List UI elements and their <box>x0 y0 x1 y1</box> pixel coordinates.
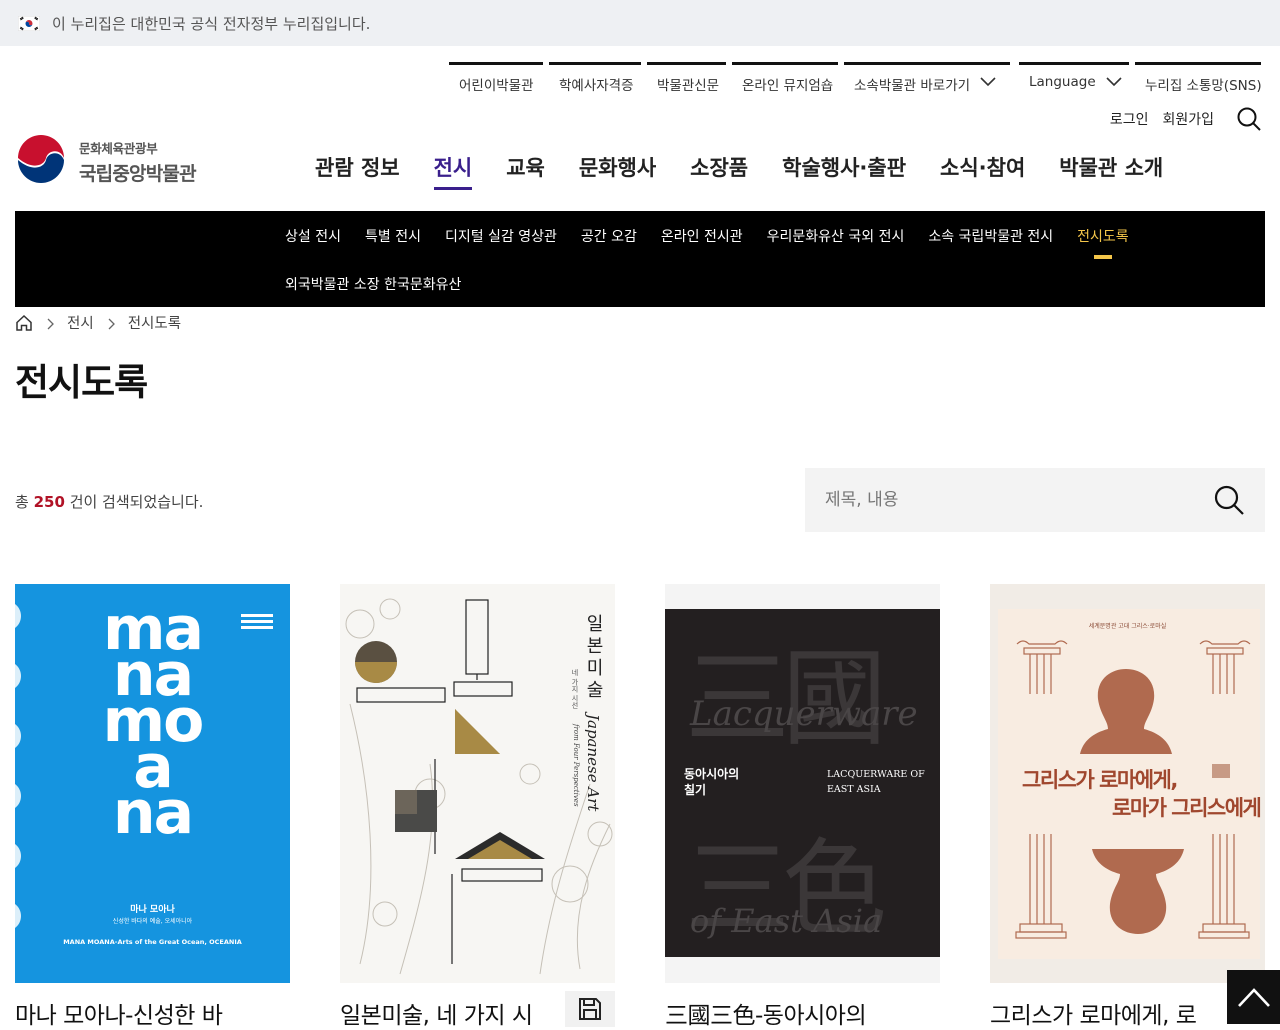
utility-nav-right: Language 누리집 소통망(SNS) <box>1019 62 1262 98</box>
gnb-education[interactable]: 교육 <box>489 152 562 182</box>
catalog-card[interactable]: 三國 Lacquerware 동아시아의 칠기 LACQUERWARE OF EAS… <box>665 584 940 1029</box>
subnav-special[interactable]: 특별 전시 <box>365 226 421 246</box>
logo-museum-name: 국립중앙박물관 <box>79 163 197 185</box>
util-curator-cert[interactable]: 학예사자격증 <box>549 62 641 98</box>
util-affiliated-museums[interactable]: 소속박물관 바로가기 <box>844 62 1010 98</box>
util-language[interactable]: Language <box>1019 62 1129 98</box>
cover-hanja-1: 三國 <box>685 638 887 760</box>
gnb-exhibition[interactable]: 전시 <box>417 152 490 190</box>
breadcrumb-exhibition[interactable]: 전시 <box>67 312 94 333</box>
chevron-down-icon <box>980 75 996 87</box>
catalog-title[interactable]: 일본미술, 네 가지 시 <box>340 996 533 1030</box>
cover-headline-1: 그리스가 로마에게, <box>1022 768 1178 792</box>
utility-nav: 어린이박물관 학예사자격증 박물관신문 온라인 뮤지엄숍 소속박물관 바로가기 <box>449 62 1016 98</box>
breadcrumb: 전시 전시도록 <box>15 312 181 333</box>
cover-vertical-english: Japanese Art <box>584 714 602 812</box>
sub-nav: 상설 전시 특별 전시 디지털 실감 영상관 공간 오감 온라인 전시관 우리문… <box>15 211 1265 307</box>
subnav-affiliated[interactable]: 소속 국립박물관 전시 <box>928 226 1053 246</box>
chevron-up-icon <box>1237 986 1271 1008</box>
cover-big-text: na <box>112 778 194 848</box>
search-icon[interactable] <box>1236 106 1262 132</box>
subnav-overseas[interactable]: 우리문화유산 국외 전시 <box>767 226 905 246</box>
subnav-catalogs[interactable]: 전시도록 <box>1077 226 1129 259</box>
cover-subtitle: 신성한 바다의 예술, 오세아니아 <box>112 918 193 925</box>
gnb-collection[interactable]: 소장품 <box>673 152 765 182</box>
search-input[interactable] <box>825 490 1213 510</box>
cover-vertical-subtitle: 네 가지 시선 <box>571 669 579 709</box>
catalog-title[interactable]: 마나 모아나-신성한 바 <box>15 996 223 1030</box>
cover-english: MANA MOANA-Arts of the Great Ocean, OCEA… <box>63 938 242 946</box>
chevron-down-icon <box>1106 75 1122 87</box>
cover-vertical-english-sub: from Four Perspectives <box>572 724 580 807</box>
scroll-top-button[interactable] <box>1227 970 1280 1024</box>
cover-top-caption: 세계문명관 고대 그리스·로마실 <box>1088 623 1167 630</box>
catalog-cover-japanese-art[interactable]: 일본미술 네 가지 시선 Japanese Art from Four Pers… <box>340 584 615 983</box>
cover-script-2: of East Asia <box>690 902 883 940</box>
join-link[interactable]: 회원가입 <box>1162 109 1214 129</box>
gnb-research-publications[interactable]: 학술행사·출판 <box>765 152 923 182</box>
catalog-cover-greece-rome[interactable]: 세계문명관 고대 그리스·로마실 그리스가 로마에게, 로마가 그리스에게 <box>990 584 1265 983</box>
member-area: 로그인 회원가입 <box>1110 106 1262 132</box>
subnav-online-gallery[interactable]: 온라인 전시관 <box>661 226 743 246</box>
subnav-permanent[interactable]: 상설 전시 <box>285 226 341 246</box>
save-button[interactable] <box>565 991 615 1027</box>
login-link[interactable]: 로그인 <box>1110 109 1149 129</box>
catalog-cover-mana-moana[interactable]: ma na mo a na 마나 모아나 신성한 바다의 예술, 오세아니아 M… <box>15 584 290 983</box>
util-museum-shop[interactable]: 온라인 뮤지엄숍 <box>732 62 838 98</box>
taegeuk-logo-icon <box>15 134 67 190</box>
catalog-card[interactable]: 세계문명관 고대 그리스·로마실 그리스가 로마에게, 로마가 그리스에게 그리… <box>990 584 1265 1029</box>
cover-korean-title: 동아시아의 칠기 <box>684 767 740 797</box>
subnav-space-ogam[interactable]: 공간 오감 <box>581 226 637 246</box>
cover-vertical-korean: 일본미술 <box>583 614 604 702</box>
util-newsletter[interactable]: 박물관신문 <box>647 62 726 98</box>
chevron-right-icon <box>106 318 116 329</box>
subnav-digital-theater[interactable]: 디지털 실감 영상관 <box>445 226 557 246</box>
result-count: 총 250 건이 검색되었습니다. <box>15 493 204 511</box>
save-icon <box>577 996 603 1022</box>
cover-subtitle: 마나 모아나 <box>130 905 175 915</box>
gov-banner: 이 누리집은 대한민국 공식 전자정부 누리집입니다. <box>0 0 1280 46</box>
korea-flag-icon <box>18 16 40 31</box>
result-count-number: 250 <box>33 493 65 511</box>
search-icon[interactable] <box>1213 484 1245 516</box>
chevron-right-icon <box>45 318 55 329</box>
gov-banner-text[interactable]: 이 누리집은 대한민국 공식 전자정부 누리집입니다. <box>52 13 370 34</box>
main-nav: 관람 정보 전시 교육 문화행사 소장품 학술행사·출판 소식·참여 박물관 소… <box>298 152 1180 190</box>
gnb-visit-info[interactable]: 관람 정보 <box>298 152 417 182</box>
cover-script-1: Lacquerware <box>690 694 918 734</box>
util-kids-museum[interactable]: 어린이박물관 <box>449 62 543 98</box>
catalog-title[interactable]: 그리스가 로마에게, 로 <box>990 996 1197 1030</box>
catalog-cover-lacquerware[interactable]: 三國 Lacquerware 동아시아의 칠기 LACQUERWARE OF EAS… <box>665 584 940 983</box>
catalog-card[interactable]: 일본미술 네 가지 시선 Japanese Art from Four Pers… <box>340 584 615 1029</box>
subnav-foreign-museums[interactable]: 외국박물관 소장 한국문화유산 <box>285 274 461 294</box>
util-sns[interactable]: 누리집 소통망(SNS) <box>1135 62 1262 98</box>
catalog-card[interactable]: ma na mo a na 마나 모아나 신성한 바다의 예술, 오세아니아 M… <box>15 584 290 1029</box>
breadcrumb-catalogs[interactable]: 전시도록 <box>128 312 181 333</box>
page-title: 전시도록 <box>15 361 148 404</box>
logo-ministry: 문화체육관광부 <box>79 141 158 156</box>
home-icon[interactable] <box>15 314 33 332</box>
gnb-news[interactable]: 소식·참여 <box>923 152 1042 182</box>
gnb-about[interactable]: 박물관 소개 <box>1042 152 1180 182</box>
cover-headline-2: 로마가 그리스에게 <box>1112 796 1262 820</box>
search-box <box>805 468 1265 532</box>
catalog-title[interactable]: 三國三色-동아시아의 <box>665 996 867 1030</box>
site-logo[interactable]: 문화체육관광부 국립중앙박물관 <box>15 134 197 190</box>
cover-english-title: LACQUERWARE OF EAST ASIA <box>827 769 925 795</box>
gnb-culture-events[interactable]: 문화행사 <box>562 152 673 182</box>
